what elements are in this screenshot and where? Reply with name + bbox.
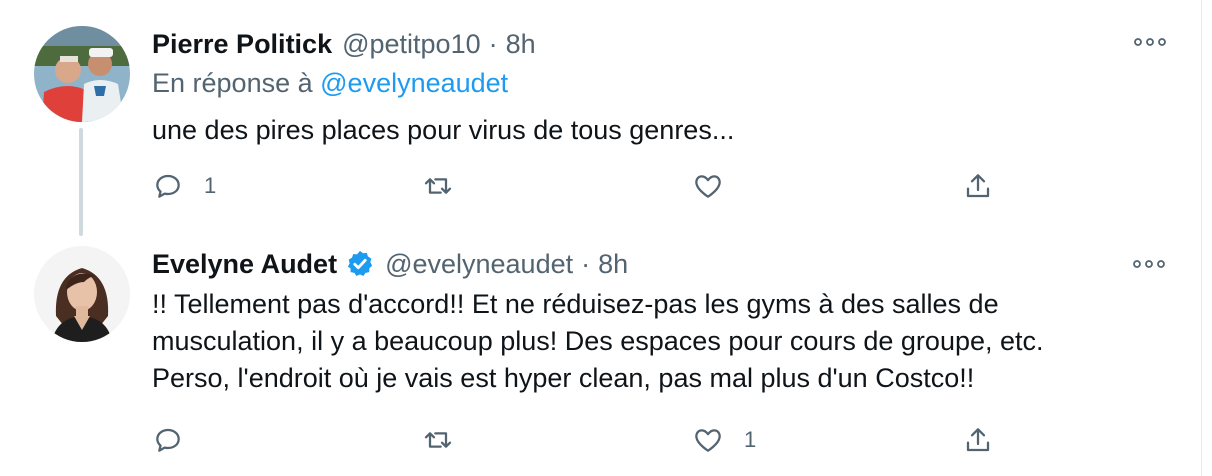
share-button[interactable] [962,166,994,206]
tweet-actions: 1 [152,420,1012,460]
timestamp[interactable]: 8h [598,249,628,280]
reply-icon [156,174,180,198]
tweet-text-line: Perso, l'endroit où je vais est hyper cl… [152,363,975,393]
reply-count: 1 [204,173,217,198]
reply-prefix: En réponse à [152,68,313,98]
more-icon [1133,260,1165,268]
share-icon [966,174,990,198]
tweet-header: Evelyne Audet @evelyneaudet · 8h [152,246,628,282]
retweet-button[interactable] [422,166,474,206]
tweet-actions: 1 [152,166,1012,206]
avatar-photo-icon [34,246,130,342]
more-options-button[interactable] [1132,30,1168,54]
author-handle[interactable]: @evelyneaudet [385,249,573,280]
share-icon [966,428,990,452]
timestamp[interactable]: 8h [506,29,536,60]
like-button[interactable] [692,166,744,206]
author-name[interactable]: Pierre Politick [152,29,332,60]
tweet-text-line: !! Tellement pas d'accord!! Et ne réduis… [152,289,999,319]
tweet-text-line: une des pires places pour virus de tous … [152,115,735,145]
share-button[interactable] [962,420,994,460]
reply-context: En réponse à @evelyneaudet [152,68,508,99]
tweet-evelyne-audet[interactable]: Evelyne Audet @evelyneaudet · 8h !! Tell… [0,240,1202,476]
tweet-text: !! Tellement pas d'accord!! Et ne réduis… [152,286,1172,397]
separator-dot: · [488,28,498,59]
avatar-pierre-politick[interactable] [34,26,130,122]
tweet-header: Pierre Politick @petitpo10 · 8h [152,26,536,62]
retweet-button[interactable] [422,420,474,460]
retweet-icon [424,178,452,194]
reply-button[interactable]: 1 [152,166,216,206]
like-icon [695,429,721,452]
tweet-text: une des pires places pour virus de tous … [152,112,1172,149]
author-name[interactable]: Evelyne Audet [152,249,337,280]
reply-icon [156,428,180,452]
verified-badge-icon [347,250,373,276]
avatar-evelyne-audet[interactable] [34,246,130,342]
tweet-pierre-politick[interactable]: Pierre Politick @petitpo10 · 8h En répon… [0,0,1202,240]
tweet-thread: Pierre Politick @petitpo10 · 8h En répon… [0,0,1202,476]
thread-connector [79,128,83,236]
retweet-icon [424,432,452,448]
author-handle[interactable]: @petitpo10 [342,29,481,60]
like-icon [695,175,721,198]
more-options-button[interactable] [1131,252,1167,276]
like-button[interactable]: 1 [692,420,756,460]
like-count: 1 [744,427,757,452]
tweet-text-line: musculation, il y a beaucoup plus! Des e… [152,326,1044,356]
reply-button[interactable] [152,420,204,460]
more-icon [1134,38,1166,46]
avatar-photo-icon [34,26,130,122]
reply-mention-link[interactable]: @evelyneaudet [320,68,508,98]
separator-dot: · [581,248,591,279]
